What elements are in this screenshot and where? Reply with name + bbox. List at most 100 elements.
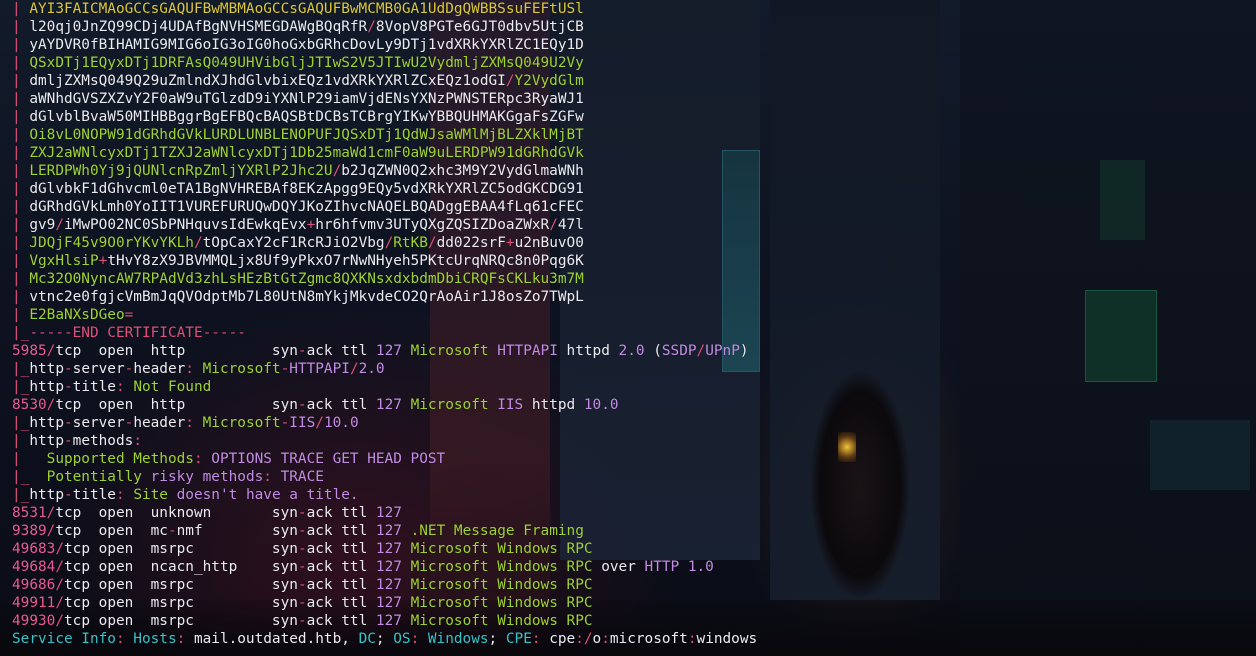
terminal-text-segment: : [263,469,281,485]
terminal-line: |_ Potentially risky methods: TRACE [12,468,757,486]
terminal-text-segment: | [12,73,30,89]
terminal-text-segment: | [12,235,30,251]
background-building-right [770,0,940,600]
terminal-text-segment: 5985 [12,343,47,359]
terminal-text-segment: : [176,631,194,647]
terminal-text-segment: 49911 [12,595,56,611]
terminal-text-segment: ack ttl [306,397,376,413]
terminal-text-segment: ( [644,343,662,359]
terminal-text-segment: - [63,415,73,431]
terminal-text-segment: + [505,235,515,251]
terminal-text-segment: nmf syn [176,523,298,539]
terminal-text-segment: | [12,181,30,197]
terminal-text-segment: Microsoft [410,397,489,413]
terminal-text-segment: yAYDVR0fBIHAMIG9MIG6oIG3oIG0hoGxbGRhcDov… [29,37,584,53]
terminal-text-segment: / [384,235,394,251]
terminal-text-segment: 8530 [12,397,47,413]
terminal-text-segment: VgxHlsiP [29,253,99,269]
terminal-text-segment: header [133,361,186,377]
terminal-text-segment: tcp open msrpc syn [64,613,298,629]
terminal-text-segment: :/ [575,631,593,647]
terminal-text-segment: aWNhdGVSZXZvY2F0aW9uTGlzdD9iYXNlP29iamVj… [29,91,584,107]
terminal-text-segment: | [12,199,30,215]
terminal-text-segment: ack ttl [306,541,376,557]
terminal-text-segment: Microsoft Windows RPC [410,559,593,575]
terminal-text-segment: - [63,487,73,503]
terminal-line: | dGlvblBvaW50MIHBBggrBgEFBQcBAQSBtDCBsT… [12,108,757,126]
terminal-line: |_http-server-header: Microsoft-HTTPAPI/… [12,360,757,378]
terminal-text-segment: | [12,145,30,161]
terminal-text-segment: dGlvbkF1dGhvcml0eTA1BgNVHREBAf8EKzApgg9E… [29,181,584,197]
terminal-text-segment: OPTIONS TRACE GET HEAD POST [211,451,446,467]
terminal-text-segment: - [124,415,134,431]
terminal-text-segment: tHvY8zX9JBVMMQLjx8Uf9yPkxO7rNwNHyeh5PKtc… [107,253,584,269]
terminal-text-segment: 10.0 [323,415,359,431]
terminal-text-segment: hr6hfvmv3UTyQXgZQSIZDoaZWxR [315,217,550,233]
background-monitor-wide [1150,420,1250,490]
terminal-text-segment: Supported Methods [46,451,194,467]
terminal-line: 9389/tcp open mc-nmf syn-ack ttl 127 .NE… [12,522,757,540]
terminal-text-segment: ack ttl [306,505,376,521]
terminal-text-segment: ; [375,631,394,647]
terminal-text-segment: 10.0 [583,397,619,413]
terminal-text-segment: HTTPAPI [497,343,558,359]
terminal-text-segment: - [297,343,307,359]
terminal-text-segment: / [332,163,342,179]
terminal-text-segment: ack ttl [306,343,376,359]
terminal-text-segment: | [12,217,30,233]
terminal-text-segment: | [12,109,30,125]
terminal-text-segment: http [29,487,64,503]
terminal-text-segment: - [297,613,307,629]
terminal-text-segment: dGlvblBvaW50MIHBBggrBgEFBQcBAQSBtDCBsTCB… [29,109,584,125]
terminal-text-segment: IIS [289,415,316,431]
terminal-text-segment: mail.outdated.htb, [193,631,359,647]
terminal-text-segment: 127 [375,397,402,413]
terminal-text-segment: Microsoft [202,415,281,431]
terminal-text-segment: - [280,415,290,431]
terminal-text-segment: - [297,523,307,539]
terminal-text-segment: http [29,433,64,449]
terminal-text-segment: / [55,217,64,233]
terminal-text-segment: 8531 [12,505,47,521]
terminal-text-segment: Microsoft [202,361,281,377]
terminal-text-segment: |_ [12,487,30,503]
terminal-window[interactable]: | AYI3FAICMAoGCCsGAQUFBwMBMAoGCCsGAQUFBw… [0,0,1256,656]
terminal-line: | dGlvbkF1dGhvcml0eTA1BgNVHREBAf8EKzApgg… [12,180,757,198]
terminal-text-segment: Microsoft Windows RPC [410,541,593,557]
terminal-text-segment: microsoft [609,631,688,647]
terminal-text-segment: l20qj0JnZQ99CDj4UDAfBgNVHSMEGDAWgBQqRfR [29,19,368,35]
terminal-text-segment: ; [488,631,506,647]
terminal-text-segment: - [124,361,134,377]
terminal-line: | aWNhdGVSZXZvY2F0aW9uTGlzdD9iYXNlP29iam… [12,90,757,108]
background-wall-right [960,0,1256,656]
terminal-text-segment: 49684 [12,559,56,575]
terminal-text-segment: + [98,253,108,269]
terminal-output[interactable]: | AYI3FAICMAoGCCsGAQUFBwMBMAoGCCsGAQUFBw… [0,0,757,648]
terminal-text-segment: 2.0 [618,343,645,359]
terminal-text-segment: / [55,613,64,629]
terminal-text-segment: CPE [505,631,532,647]
terminal-line: | VgxHlsiP+tHvY8zX9JBVMMQLjx8Uf9yPkxO7rN… [12,252,757,270]
terminal-text-segment: : [531,631,550,647]
terminal-text-segment: / [349,361,359,377]
terminal-text-segment: ) [739,343,749,359]
terminal-text-segment: / [549,217,558,233]
terminal-line: 5985 / tcp open http syn-ack ttl 127 Micro… [12,342,757,360]
terminal-line: 49686/tcp open msrpc syn-ack ttl 127 Mic… [12,576,757,594]
terminal-text-segment: ack ttl [306,613,376,629]
terminal-text-segment: 47l [557,217,584,233]
terminal-text-segment: Y2VydGlm [514,73,584,89]
terminal-text-segment: Windows [427,631,489,647]
terminal-text-segment: | [12,19,30,35]
terminal-text-segment: | [12,451,47,467]
terminal-text-segment: Service Info [12,631,116,647]
terminal-text-segment: SSDP [661,343,697,359]
terminal-text-segment: tOpCaxY2cF1RcRJiO2Vbg [202,235,385,251]
terminal-text-segment: - [297,559,307,575]
terminal-text-segment: HTTP 1.0 [644,559,714,575]
terminal-text-segment: .NET Message Framing [410,523,584,539]
terminal-text-segment: / [55,595,64,611]
